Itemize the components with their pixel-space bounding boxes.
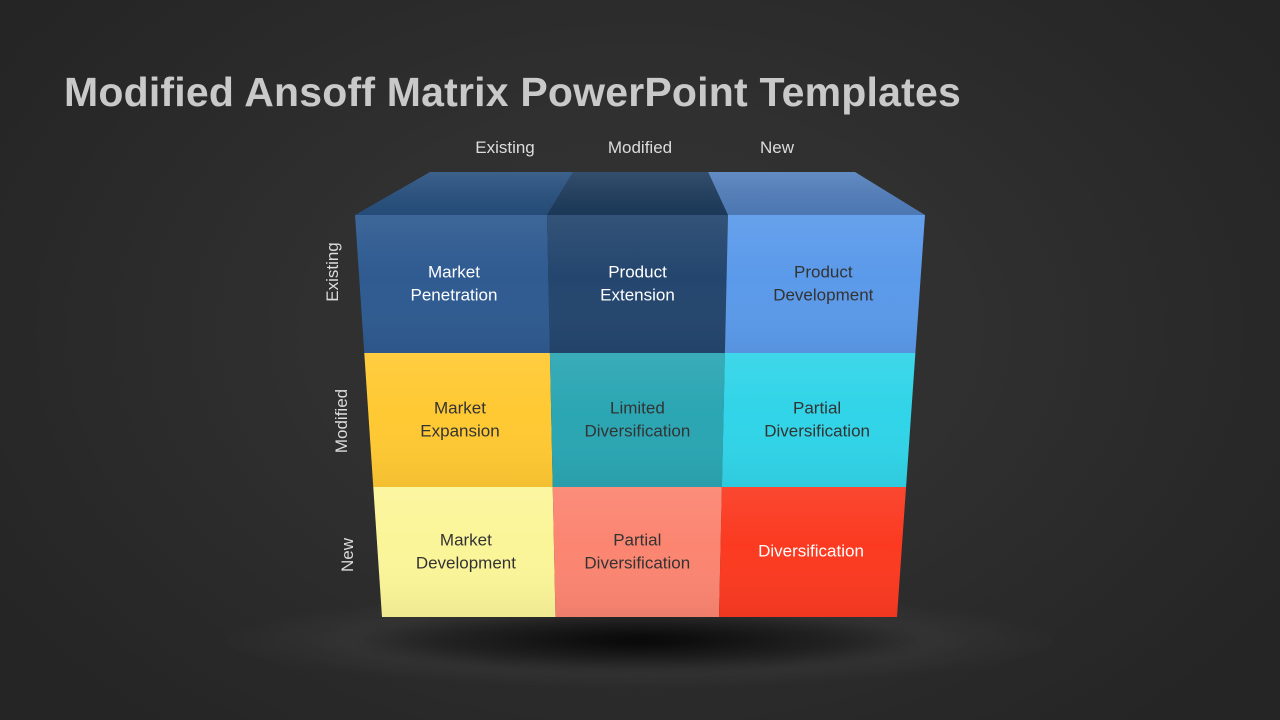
cell-label-line2: Expansion bbox=[420, 421, 499, 440]
cell-label-line2: Penetration bbox=[411, 285, 498, 304]
matrix-cell-r0-c0[interactable] bbox=[355, 215, 550, 353]
matrix-cell-r1-c1[interactable] bbox=[549, 353, 725, 487]
matrix-cell-r0-c2[interactable] bbox=[724, 215, 925, 353]
column-header-modified: Modified bbox=[607, 138, 673, 157]
page-title: Modified Ansoff Matrix PowerPoint Templa… bbox=[64, 69, 962, 116]
matrix-cell-r1-c2[interactable] bbox=[721, 353, 916, 487]
cell-label-line2: Development bbox=[416, 553, 516, 572]
matrix-cell-r2-c2[interactable] bbox=[719, 487, 907, 617]
cell-label-line1: Market bbox=[428, 262, 480, 281]
column-header-existing: Existing bbox=[475, 138, 535, 157]
matrix-labels: Market Penetration Product Extension Product… bbox=[411, 262, 874, 572]
cell-label-line1: Diversification bbox=[758, 541, 864, 560]
cell-label-line1: Product bbox=[794, 262, 853, 281]
column-header-new: New bbox=[759, 138, 794, 157]
floor-shadow bbox=[200, 596, 1080, 692]
cell-label-line1: Market bbox=[434, 398, 486, 417]
cell-label-line1: Market bbox=[440, 530, 492, 549]
cell-label-line2: Diversification bbox=[584, 421, 690, 440]
matrix-cell-r1-c0[interactable] bbox=[364, 353, 553, 487]
cell-label-line1: Limited bbox=[610, 398, 665, 417]
matrix-faces bbox=[355, 172, 925, 617]
cell-label-line1: Product bbox=[608, 262, 667, 281]
cell-label-line2: Diversification bbox=[764, 421, 870, 440]
cell-label-line2: Extension bbox=[600, 285, 675, 304]
cell-label-line1: Partial bbox=[793, 398, 841, 417]
cell-label-line2: Development bbox=[773, 285, 873, 304]
matrix-cell-r2-c1[interactable] bbox=[552, 487, 722, 617]
cell-label-line2: Diversification bbox=[584, 553, 690, 572]
matrix-cell-r0-c1[interactable] bbox=[547, 215, 728, 353]
row-header-new: New bbox=[338, 538, 357, 573]
row-header-modified: Modified bbox=[332, 388, 351, 454]
cell-label-line1: Partial bbox=[613, 530, 661, 549]
row-header-existing: Existing bbox=[323, 242, 342, 302]
matrix-cell-r2-c0[interactable] bbox=[373, 487, 556, 617]
